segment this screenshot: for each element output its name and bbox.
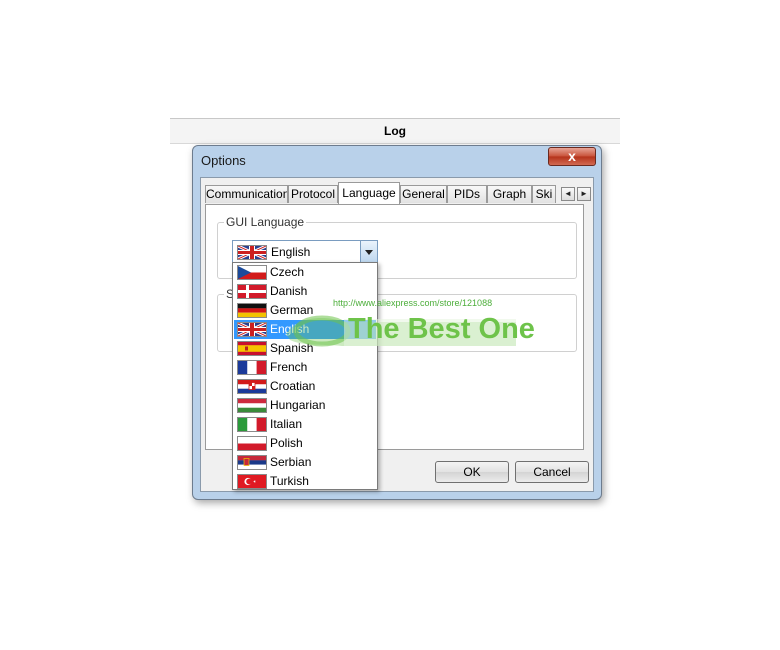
flag-french-icon	[237, 360, 267, 375]
language-option-serbian[interactable]: Serbian	[234, 453, 376, 472]
tab-general[interactable]: General	[400, 185, 447, 203]
language-option-hungarian[interactable]: Hungarian	[234, 396, 376, 415]
log-window-title: Log	[384, 124, 406, 138]
language-option-croatian[interactable]: Croatian	[234, 377, 376, 396]
language-option-polish[interactable]: Polish	[234, 434, 376, 453]
flag-danish-icon	[237, 284, 267, 299]
log-window-titlebar: Log	[170, 118, 620, 144]
gui-language-value: English	[271, 245, 311, 259]
cancel-button[interactable]: Cancel	[515, 461, 589, 483]
flag-serbian-icon	[237, 455, 267, 470]
close-icon: x	[568, 148, 576, 164]
flag-croatian-icon	[237, 379, 267, 394]
tab-ski[interactable]: Ski	[532, 185, 556, 203]
tab-graph[interactable]: Graph	[487, 185, 532, 203]
ok-button[interactable]: OK	[435, 461, 509, 483]
flag-uk-icon	[237, 245, 267, 260]
flag-uk-icon	[237, 322, 267, 337]
dialog-title: Options	[201, 153, 246, 168]
tab-strip: Communication Protocol Language General …	[205, 182, 591, 204]
gui-language-combobox[interactable]: English	[232, 240, 378, 264]
language-option-french[interactable]: French	[234, 358, 376, 377]
flag-spanish-icon	[237, 341, 267, 356]
arrow-right-icon: ►	[580, 189, 588, 198]
tab-language[interactable]: Language	[338, 182, 400, 204]
language-option-turkish[interactable]: Turkish	[234, 472, 376, 491]
language-dropdown-list: Czech Danish German English Spanish Fren…	[232, 262, 378, 490]
watermark-url: http://www.aliexpress.com/store/121088	[333, 298, 493, 308]
flag-czech-icon	[237, 265, 267, 280]
tab-scroll-right-button[interactable]: ►	[577, 187, 591, 201]
flag-polish-icon	[237, 436, 267, 451]
close-button[interactable]: x	[548, 147, 596, 166]
language-option-czech[interactable]: Czech	[234, 263, 376, 282]
tab-scroll-left-button[interactable]: ◄	[561, 187, 575, 201]
flag-hungarian-icon	[237, 398, 267, 413]
chevron-down-icon[interactable]	[360, 241, 377, 263]
flag-turkish-icon	[237, 474, 267, 489]
watermark-text: The Best One	[348, 313, 535, 345]
tab-communication[interactable]: Communication	[205, 185, 288, 203]
language-option-italian[interactable]: Italian	[234, 415, 376, 434]
arrow-left-icon: ◄	[564, 189, 572, 198]
flag-italian-icon	[237, 417, 267, 432]
watermark-logo: The Best One	[282, 312, 535, 348]
gui-language-legend: GUI Language	[224, 215, 307, 229]
tab-protocol[interactable]: Protocol	[288, 185, 338, 203]
tab-pids[interactable]: PIDs	[447, 185, 487, 203]
flag-german-icon	[237, 303, 267, 318]
